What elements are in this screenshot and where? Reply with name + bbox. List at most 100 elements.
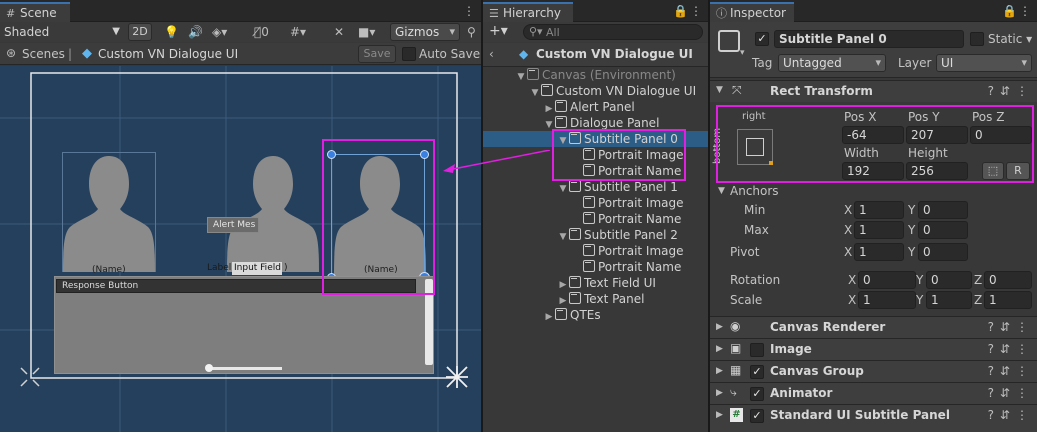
grid-snap-icon[interactable]: #▾ — [290, 25, 306, 39]
static-label[interactable]: Static ▾ — [988, 32, 1032, 46]
canvas-group-header[interactable]: ▶ ▦ ✓ Canvas Group ?⇵⋮ — [710, 360, 1037, 382]
rot-y-label: Y — [916, 273, 924, 287]
lighting-icon[interactable]: 💡 — [164, 25, 179, 39]
icon-dropdown-arrow-icon[interactable]: ▾ — [740, 48, 745, 58]
component-actions-icon[interactable]: ?⇵⋮ — [988, 84, 1034, 98]
scenes-icon: ⊛ — [6, 46, 17, 60]
shading-dropdown[interactable]: Shaded ▼ — [4, 23, 124, 41]
anchors-expand-icon[interactable]: ▼ — [718, 186, 725, 196]
image-enabled-checkbox[interactable] — [750, 343, 764, 357]
animator-icon: ⤷ — [730, 385, 737, 399]
breadcrumb-scenes[interactable]: Scenes — [22, 47, 65, 61]
image-header[interactable]: ▶ ▣ Image ?⇵⋮ — [710, 338, 1037, 360]
animator-checkbox[interactable]: ✓ — [750, 387, 764, 401]
component-actions-icon[interactable]: ?⇵⋮ — [988, 364, 1034, 378]
animator-header[interactable]: ▶ ⤷ ✓ Animator ?⇵⋮ — [710, 382, 1037, 404]
back-icon[interactable]: ‹ — [489, 47, 494, 61]
tree-item-portrait-image[interactable]: Portrait Image — [483, 243, 708, 259]
anchor-max-x-field[interactable]: 1 — [854, 221, 904, 239]
tree-item-portrait-name[interactable]: Portrait Name — [483, 211, 708, 227]
tree-item-text-panel[interactable]: ▶ Text Panel — [483, 291, 708, 307]
tree-item-portrait-image[interactable]: Portrait Image — [483, 195, 708, 211]
autosave-checkbox[interactable] — [402, 47, 416, 61]
add-icon[interactable]: +▾ — [489, 23, 508, 39]
audio-icon[interactable]: 🔊 — [188, 25, 203, 39]
alert-panel[interactable]: Alert Mes — [207, 217, 259, 233]
tree-item-text-field-ui[interactable]: ▶ Text Field UI — [483, 275, 708, 291]
camera-icon[interactable]: ■▾ — [358, 25, 375, 39]
component-actions-icon[interactable]: ?⇵⋮ — [988, 408, 1034, 422]
tab-inspector[interactable]: ⓘ Inspector — [710, 2, 794, 22]
more-menu-icon[interactable]: ⋮ — [1019, 4, 1031, 18]
rect-transform-icon: ⤧ — [732, 83, 742, 97]
static-checkbox[interactable] — [970, 32, 984, 46]
subtitle-panel-script-header[interactable]: ▶ # ✓ Standard UI Subtitle Panel ?⇵⋮ — [710, 404, 1037, 432]
object-name-field[interactable]: Subtitle Panel 0 — [774, 30, 964, 48]
anchor-marker-left-icon — [20, 367, 40, 387]
tree-item-canvas[interactable]: ▼ Canvas (Environment) — [483, 67, 708, 83]
pivot-x-field[interactable]: 1 — [854, 243, 904, 261]
pivot-y-field[interactable]: 0 — [918, 243, 968, 261]
2d-toggle-button[interactable]: 2D — [128, 23, 152, 41]
tab-hierarchy[interactable]: ☰ Hierarchy — [483, 2, 573, 22]
layer-dropdown[interactable]: UI — [936, 54, 1032, 72]
hierarchy-tree: ▼ Canvas (Environment) ▼ Custom VN Dialogu… — [483, 67, 708, 432]
save-button[interactable]: Save — [358, 45, 396, 63]
lock-icon[interactable]: 🔒 — [1002, 4, 1017, 18]
search-input[interactable]: ⚲▾ All — [523, 24, 703, 40]
slider-handle[interactable] — [205, 364, 213, 372]
expand-arrow-icon: ▶ — [716, 410, 723, 420]
rot-x-label: X — [848, 273, 857, 287]
active-checkbox[interactable]: ✓ — [755, 32, 769, 46]
effects-icon[interactable]: ◈▾ — [212, 25, 227, 39]
canvas-group-title: Canvas Group — [770, 364, 864, 378]
tools-icon[interactable]: ✕ — [334, 25, 344, 39]
tag-dropdown[interactable]: Untagged — [778, 54, 886, 72]
more-menu-icon[interactable]: ⋮ — [690, 4, 702, 18]
tree-item-qtes[interactable]: ▶ QTEs — [483, 307, 708, 323]
tab-scene[interactable]: # Scene — [0, 2, 70, 22]
scene-panel: # Scene ⋮ Shaded ▼ 2D 💡 🔊 ◈▾ 👁̸0 #▾ ✕ ■▾ G… — [0, 0, 481, 432]
gizmos-dropdown[interactable]: Gizmos — [390, 23, 460, 41]
component-actions-icon[interactable]: ?⇵⋮ — [988, 320, 1034, 334]
hierarchy-root-title: Custom VN Dialogue UI — [536, 47, 693, 61]
gameobject-icon — [555, 116, 567, 128]
canvas-renderer-header[interactable]: ▶ ◉ Canvas Renderer ?⇵⋮ — [710, 316, 1037, 338]
rotation-x-field[interactable]: 0 — [858, 271, 916, 289]
scale-x-field[interactable]: 1 — [858, 291, 916, 309]
rotation-y-field[interactable]: 0 — [926, 271, 972, 289]
scale-z-field[interactable]: 1 — [984, 291, 1032, 309]
tree-item-root[interactable]: ▼ Custom VN Dialogue UI — [483, 83, 708, 99]
search-icon[interactable]: ⚲ — [467, 25, 476, 39]
more-menu-icon[interactable]: ⋮ — [463, 4, 475, 18]
pivot-label: Pivot — [730, 245, 760, 259]
component-actions-icon[interactable]: ?⇵⋮ — [988, 342, 1034, 356]
input-field[interactable]: Input Field — [232, 262, 282, 275]
image-title: Image — [770, 342, 812, 356]
canvas-group-checkbox[interactable]: ✓ — [750, 365, 764, 379]
scene-viewport[interactable]: (Name) (Name) Alert Mes Label Input Fiel… — [0, 66, 481, 432]
breadcrumb-prefab[interactable]: Custom VN Dialogue UI — [98, 47, 238, 61]
scale-y-field[interactable]: 1 — [926, 291, 972, 309]
lock-icon[interactable]: 🔒 — [673, 4, 688, 18]
rect-transform-header[interactable]: ▼ ⤧ Rect Transform ?⇵⋮ — [710, 80, 1037, 102]
anchors-label[interactable]: Anchors — [730, 184, 779, 198]
breadcrumb: ⊛ Scenes | ◆ Custom VN Dialogue UI Save … — [0, 43, 481, 65]
tree-item-subtitle-panel-2[interactable]: ▼ Subtitle Panel 2 — [483, 227, 708, 243]
tree-item-portrait-name[interactable]: Portrait Name — [483, 259, 708, 275]
anchor-min-y-field[interactable]: 0 — [918, 201, 968, 219]
scale-label: Scale — [730, 293, 763, 307]
anchor-min-x-field[interactable]: 1 — [854, 201, 904, 219]
gameobject-icon — [555, 100, 567, 112]
script-enabled-checkbox[interactable]: ✓ — [750, 409, 764, 423]
anchor-max-y-field[interactable]: 0 — [918, 221, 968, 239]
horizontal-slider[interactable] — [208, 367, 282, 370]
tag-label: Tag — [752, 56, 773, 70]
expand-arrow-icon: ▶ — [545, 312, 553, 322]
tree-item-alert-panel[interactable]: ▶ Alert Panel — [483, 99, 708, 115]
rotation-z-field[interactable]: 0 — [984, 271, 1032, 289]
hidden-objects-icon[interactable]: 👁̸0 — [254, 25, 269, 39]
hierarchy-toolbar: +▾ ⚲▾ All — [483, 22, 708, 42]
component-actions-icon[interactable]: ?⇵⋮ — [988, 386, 1034, 400]
scale-x-label: X — [848, 293, 857, 307]
